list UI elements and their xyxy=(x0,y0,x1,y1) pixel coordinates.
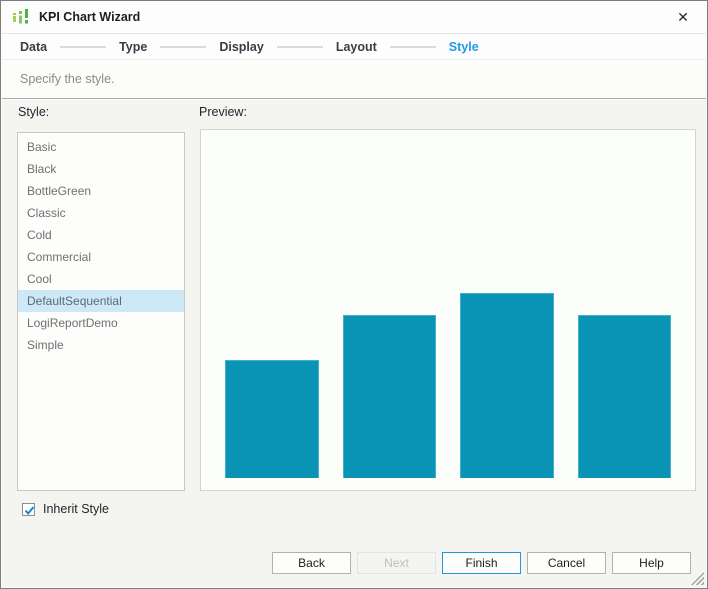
chart-wizard-icon xyxy=(12,8,30,26)
style-option-basic[interactable]: Basic xyxy=(18,136,184,158)
content-area: Style: Preview: BasicBlackBottleGreenCla… xyxy=(2,100,706,587)
inherit-style-checkbox[interactable] xyxy=(22,503,35,516)
back-button[interactable]: Back xyxy=(272,552,351,574)
style-list-label: Style: xyxy=(18,105,49,119)
subtitle-band: Specify the style. xyxy=(2,59,706,99)
step-layout[interactable]: Layout xyxy=(336,40,377,54)
step-connector xyxy=(160,46,206,48)
step-style[interactable]: Style xyxy=(449,40,479,54)
window-title: KPI Chart Wizard xyxy=(39,10,140,24)
inherit-style-row[interactable]: Inherit Style xyxy=(22,502,109,516)
inherit-style-label: Inherit Style xyxy=(43,502,109,516)
preview-bar xyxy=(460,293,554,478)
cancel-button[interactable]: Cancel xyxy=(527,552,606,574)
style-option-defaultsequential[interactable]: DefaultSequential xyxy=(18,290,184,312)
step-connector xyxy=(390,46,436,48)
style-option-bottlegreen[interactable]: BottleGreen xyxy=(18,180,184,202)
title-bar: KPI Chart Wizard ✕ xyxy=(2,1,706,34)
style-option-classic[interactable]: Classic xyxy=(18,202,184,224)
preview-bar xyxy=(225,360,319,478)
next-button[interactable]: Next xyxy=(357,552,436,574)
style-option-cool[interactable]: Cool xyxy=(18,268,184,290)
style-option-logireportdemo[interactable]: LogiReportDemo xyxy=(18,312,184,334)
step-connector xyxy=(60,46,106,48)
step-data[interactable]: Data xyxy=(20,40,47,54)
preview-bar xyxy=(343,315,437,478)
step-connector xyxy=(277,46,323,48)
wizard-steps: Data Type Display Layout Style xyxy=(2,35,706,59)
footer-buttons: Back Next Finish Cancel Help xyxy=(272,552,691,574)
style-option-cold[interactable]: Cold xyxy=(18,224,184,246)
preview-bar xyxy=(578,315,672,478)
step-description: Specify the style. xyxy=(20,72,115,86)
close-icon[interactable]: ✕ xyxy=(672,6,694,28)
style-option-commercial[interactable]: Commercial xyxy=(18,246,184,268)
finish-button[interactable]: Finish xyxy=(442,552,521,574)
resize-grip-icon[interactable] xyxy=(691,572,704,585)
kpi-chart-wizard-dialog: KPI Chart Wizard ✕ Data Type Display Layout… xyxy=(0,0,708,589)
style-option-simple[interactable]: Simple xyxy=(18,334,184,356)
preview-bars xyxy=(225,293,671,478)
preview-label: Preview: xyxy=(199,105,247,119)
step-type[interactable]: Type xyxy=(119,40,147,54)
help-button[interactable]: Help xyxy=(612,552,691,574)
style-option-black[interactable]: Black xyxy=(18,158,184,180)
check-icon xyxy=(23,504,36,517)
preview-pane xyxy=(200,129,696,491)
style-list[interactable]: BasicBlackBottleGreenClassicColdCommerci… xyxy=(17,132,185,491)
step-display[interactable]: Display xyxy=(219,40,263,54)
